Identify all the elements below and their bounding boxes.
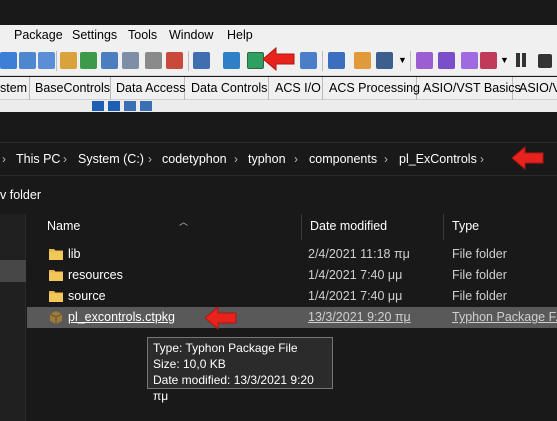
- file-type: File folder: [452, 247, 507, 261]
- file-name: resources: [68, 268, 123, 282]
- toolbar-monitor-icon[interactable]: [376, 52, 393, 69]
- annotation-arrow-icon: [512, 146, 544, 170]
- tab-acs-io[interactable]: ACS I/O: [271, 77, 323, 100]
- command-bar: v folder: [0, 176, 557, 214]
- package-file-icon: [49, 311, 63, 324]
- file-type: File folder: [452, 289, 507, 303]
- file-date: 1/4/2021 7:40 μμ: [308, 289, 403, 303]
- breadcrumb-this-pc[interactable]: This PC: [16, 152, 60, 166]
- sort-ascending-icon: ︿: [179, 217, 189, 227]
- tooltip-size: Size: 10,0 KB: [153, 357, 226, 371]
- toolbar-copy-icon[interactable]: [122, 52, 139, 69]
- toolbar-toggle-icon[interactable]: [166, 52, 183, 69]
- file-name: pl_excontrols.ctpkg: [68, 310, 176, 324]
- folder-icon: [49, 270, 63, 281]
- chevron-right-icon[interactable]: ›: [234, 152, 238, 166]
- tab-system[interactable]: stem: [0, 77, 30, 100]
- annotation-arrow-icon: [263, 47, 295, 71]
- toolbar-build-icon[interactable]: [193, 52, 210, 69]
- breadcrumb-system-c[interactable]: System (C:): [78, 152, 144, 166]
- tab-data-access[interactable]: Data Access: [112, 77, 185, 100]
- breadcrumb-pl-excontrols[interactable]: pl_ExControls: [399, 152, 477, 166]
- navigation-pane[interactable]: [0, 214, 26, 421]
- new-folder-button[interactable]: v folder: [0, 188, 41, 202]
- tab-data-controls[interactable]: Data Controls: [187, 77, 269, 100]
- stop-icon[interactable]: [538, 54, 552, 68]
- breadcrumb-components[interactable]: components: [309, 152, 377, 166]
- component-icon[interactable]: [92, 101, 104, 111]
- toolbar-tools-icon[interactable]: [354, 52, 371, 69]
- file-row[interactable]: lib 2/4/2021 11:18 πμ File folder: [27, 244, 557, 265]
- toolbar-save-icon[interactable]: [19, 52, 36, 69]
- file-date: 13/3/2021 9:20 πμ: [308, 310, 411, 324]
- tab-basecontrols[interactable]: BaseControls: [31, 77, 111, 100]
- component-icon[interactable]: [108, 101, 120, 111]
- menu-settings[interactable]: Settings: [72, 28, 117, 42]
- ide-menu-bar: Package Settings Tools Window Help: [0, 25, 557, 45]
- breadcrumb-typhon[interactable]: typhon: [248, 152, 286, 166]
- file-name: source: [68, 289, 106, 303]
- toolbar-window-icon[interactable]: [145, 52, 162, 69]
- toolbar-find-icon[interactable]: [80, 52, 97, 69]
- toolbar-debug-icon[interactable]: [480, 52, 497, 69]
- folder-icon: [49, 249, 63, 260]
- menu-package[interactable]: Package: [14, 28, 63, 42]
- folder-icon: [49, 291, 63, 302]
- chevron-right-icon[interactable]: ›: [63, 152, 67, 166]
- breadcrumb-codetyphon[interactable]: codetyphon: [162, 152, 227, 166]
- toolbar-open-icon[interactable]: [60, 52, 77, 69]
- file-date: 1/4/2021 7:40 μμ: [308, 268, 403, 282]
- toolbar-components-icon[interactable]: [300, 52, 317, 69]
- annotation-arrow-icon: [205, 306, 237, 330]
- column-header-name-label: Name: [47, 219, 81, 233]
- column-header-date[interactable]: Date modified: [302, 214, 444, 240]
- column-header-type[interactable]: Type: [444, 214, 557, 240]
- toolbar-install-icon[interactable]: [223, 52, 240, 69]
- menu-help[interactable]: Help: [227, 28, 253, 42]
- tooltip-date: Date modified: 13/3/2021 9:20 πμ: [153, 373, 314, 403]
- toolbar-gear-icon[interactable]: [416, 52, 433, 69]
- toolbar-tree-icon[interactable]: [101, 52, 118, 69]
- toolbar-settings-icon[interactable]: [438, 52, 455, 69]
- address-bar[interactable]: › This PC › System (C:) › codetyphon › t…: [0, 142, 557, 176]
- component-palette-tabs: stem BaseControls Data Access Data Contr…: [0, 77, 557, 100]
- tab-acs-processing[interactable]: ACS Processing: [325, 77, 420, 100]
- toolbar-save-all-icon[interactable]: [38, 52, 55, 69]
- file-type: Typhon Package F...: [452, 310, 557, 324]
- component-icon[interactable]: [124, 101, 136, 111]
- chevron-right-icon[interactable]: ›: [148, 152, 152, 166]
- column-header-name[interactable]: ︿ Name: [39, 214, 302, 240]
- menu-window[interactable]: Window: [169, 28, 213, 42]
- file-row[interactable]: source 1/4/2021 7:40 μμ File folder: [27, 286, 557, 307]
- tooltip-type: Type: Typhon Package File: [153, 341, 298, 355]
- file-row-selected[interactable]: pl_excontrols.ctpkg 13/3/2021 9:20 πμ Ty…: [27, 307, 557, 328]
- toolbar-run-icon[interactable]: [461, 52, 478, 69]
- file-date: 2/4/2021 11:18 πμ: [308, 247, 410, 261]
- file-row[interactable]: resources 1/4/2021 7:40 μμ File folder: [27, 265, 557, 286]
- toolbar-package-install-icon[interactable]: [247, 52, 264, 69]
- file-type: File folder: [452, 268, 507, 282]
- toolbar-new-icon[interactable]: [0, 52, 17, 69]
- toolbar-layers-icon[interactable]: [328, 52, 345, 69]
- file-tooltip: Type: Typhon Package File Size: 10,0 KB …: [147, 337, 333, 403]
- chevron-down-icon[interactable]: ▼: [398, 55, 407, 72]
- navigation-selected-item[interactable]: [0, 260, 26, 282]
- tab-asio-v[interactable]: ASIO/V: [515, 77, 557, 100]
- component-icon-strip: [0, 100, 557, 112]
- chevron-right-icon: ›: [2, 152, 6, 166]
- pause-icon[interactable]: [514, 52, 528, 69]
- chevron-down-icon[interactable]: ▼: [500, 55, 509, 72]
- file-name: lib: [68, 247, 81, 261]
- chevron-right-icon[interactable]: ›: [384, 152, 388, 166]
- chevron-right-icon[interactable]: ›: [480, 152, 484, 166]
- chevron-right-icon[interactable]: ›: [294, 152, 298, 166]
- component-icon[interactable]: [140, 101, 152, 111]
- tab-asio-vst-basics[interactable]: ASIO/VST Basics: [419, 77, 521, 100]
- menu-tools[interactable]: Tools: [128, 28, 157, 42]
